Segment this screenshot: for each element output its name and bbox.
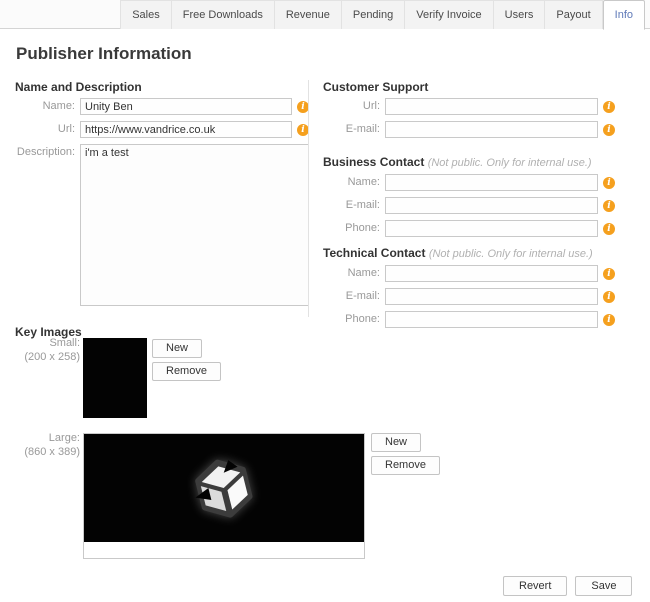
info-icon[interactable]: i <box>603 200 615 212</box>
tc-phone-row: Phone: i <box>323 311 615 328</box>
footer-actions: Revert Save <box>503 576 632 596</box>
tab-bar: Sales Free Downloads Revenue Pending Ver… <box>0 0 650 29</box>
technical-contact-name-input[interactable] <box>385 265 598 282</box>
url-label: Url: <box>15 121 80 138</box>
tab-pending[interactable]: Pending <box>341 0 404 29</box>
cs-url-label: Url: <box>323 98 385 115</box>
tc-name-row: Name: i <box>323 265 615 282</box>
small-image-size: (200 x 258) <box>0 350 80 364</box>
technical-contact-email-input[interactable] <box>385 288 598 305</box>
name-row: Name: i <box>15 98 309 115</box>
technical-contact-note: (Not public. Only for internal use.) <box>429 248 593 260</box>
tab-revenue[interactable]: Revenue <box>274 0 341 29</box>
tab-users[interactable]: Users <box>493 0 545 29</box>
technical-contact-heading: Technical Contact (Not public. Only for … <box>323 246 615 261</box>
small-image-remove-button[interactable]: Remove <box>152 362 221 381</box>
small-image-buttons: New Remove <box>152 339 221 381</box>
publisher-url-input[interactable] <box>80 121 292 138</box>
url-row: Url: i <box>15 121 309 138</box>
business-contact-note: (Not public. Only for internal use.) <box>428 157 592 169</box>
large-image-label: Large: (860 x 389) <box>0 431 80 459</box>
info-icon[interactable]: i <box>603 124 615 136</box>
customer-support-url-input[interactable] <box>385 98 598 115</box>
tc-email-label: E-mail: <box>323 288 385 305</box>
business-contact-email-input[interactable] <box>385 197 598 214</box>
name-label: Name: <box>15 98 80 115</box>
tc-email-row: E-mail: i <box>323 288 615 305</box>
info-icon[interactable]: i <box>603 268 615 280</box>
description-row: Description: i'm a test <box>15 144 309 306</box>
small-image-label: Small: (200 x 258) <box>0 336 80 364</box>
tab-verify-invoice[interactable]: Verify Invoice <box>404 0 492 29</box>
cs-email-row: E-mail: i <box>323 121 615 138</box>
tc-phone-label: Phone: <box>323 311 385 328</box>
bc-name-row: Name: i <box>323 174 615 191</box>
business-contact-name-input[interactable] <box>385 174 598 191</box>
info-icon[interactable]: i <box>603 101 615 113</box>
tab-free-downloads[interactable]: Free Downloads <box>171 0 274 29</box>
large-key-image-container <box>83 433 365 559</box>
small-image-new-button[interactable]: New <box>152 339 202 358</box>
column-divider <box>308 80 309 317</box>
unity-cube-logo-icon <box>193 456 255 520</box>
info-icon[interactable]: i <box>603 314 615 326</box>
technical-contact-phone-input[interactable] <box>385 311 598 328</box>
bc-email-row: E-mail: i <box>323 197 615 214</box>
customer-support-email-input[interactable] <box>385 121 598 138</box>
bc-email-label: E-mail: <box>323 197 385 214</box>
cs-url-row: Url: i <box>323 98 615 115</box>
tab-sales[interactable]: Sales <box>120 0 171 29</box>
publisher-info-page: Sales Free Downloads Revenue Pending Ver… <box>0 0 650 602</box>
publisher-name-input[interactable] <box>80 98 292 115</box>
large-image-buttons: New Remove <box>371 433 440 475</box>
section-contacts: Customer Support Url: i E-mail: i Busine… <box>323 80 615 334</box>
large-image-size: (860 x 389) <box>0 445 80 459</box>
business-contact-heading: Business Contact (Not public. Only for i… <box>323 155 615 170</box>
large-image-remove-button[interactable]: Remove <box>371 456 440 475</box>
tab-info[interactable]: Info <box>603 0 645 30</box>
bc-phone-label: Phone: <box>323 220 385 237</box>
section-name-and-description: Name and Description Name: i Url: i Desc… <box>15 80 309 312</box>
name-and-description-heading: Name and Description <box>15 80 309 94</box>
revert-button[interactable]: Revert <box>503 576 567 596</box>
large-image-new-button[interactable]: New <box>371 433 421 452</box>
tc-name-label: Name: <box>323 265 385 282</box>
small-key-image <box>83 338 147 418</box>
description-textarea[interactable]: i'm a test <box>80 144 309 306</box>
page-title: Publisher Information <box>16 44 192 64</box>
large-key-image <box>84 434 364 542</box>
bc-name-label: Name: <box>323 174 385 191</box>
bc-phone-row: Phone: i <box>323 220 615 237</box>
description-label: Description: <box>15 144 80 161</box>
info-icon[interactable]: i <box>603 291 615 303</box>
tab-payout[interactable]: Payout <box>544 0 602 29</box>
business-contact-phone-input[interactable] <box>385 220 598 237</box>
cs-email-label: E-mail: <box>323 121 385 138</box>
save-button[interactable]: Save <box>575 576 632 596</box>
info-icon[interactable]: i <box>603 177 615 189</box>
info-icon[interactable]: i <box>603 223 615 235</box>
customer-support-heading: Customer Support <box>323 80 615 94</box>
